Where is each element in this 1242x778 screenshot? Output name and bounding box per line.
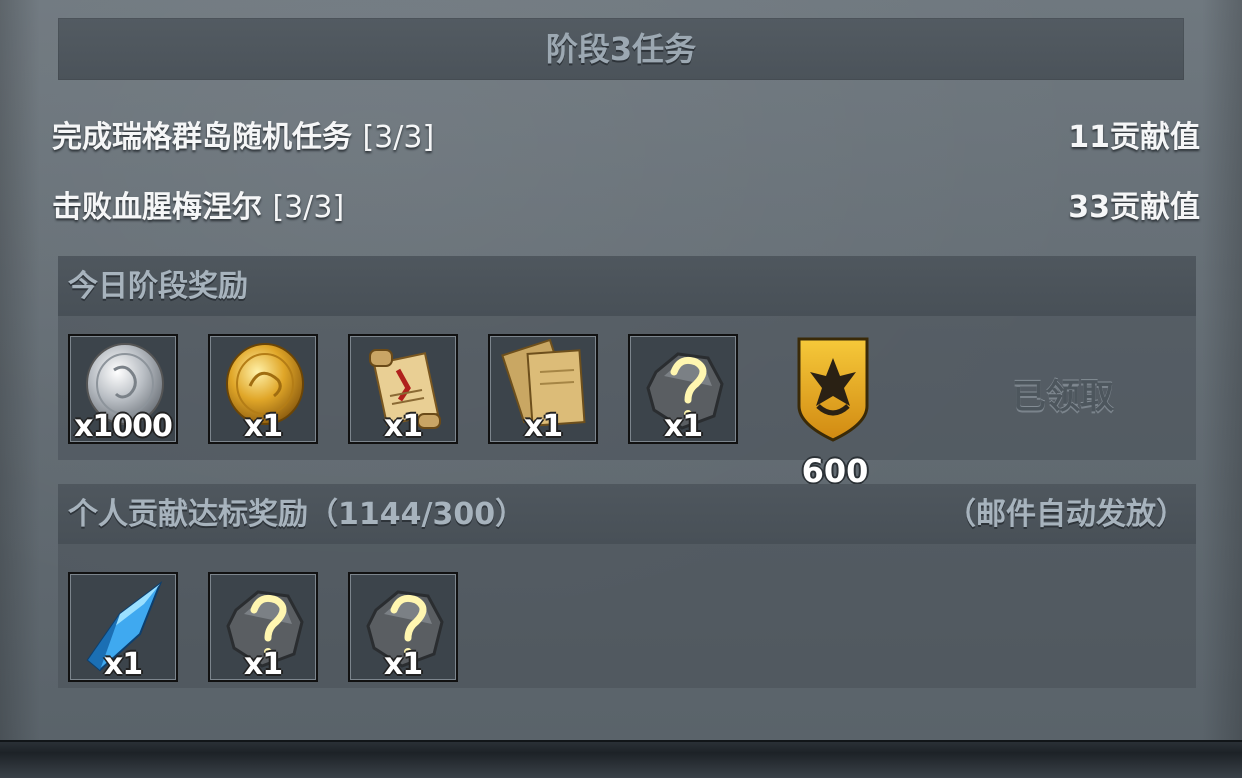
task-progress: [3/3] — [272, 190, 345, 225]
task-reward: 11贡献值 — [1068, 120, 1200, 155]
reward-qty: x1 — [243, 409, 283, 444]
daily-rewards-title: 今日阶段奖励 — [68, 269, 248, 304]
page-title: 阶段3任务 — [545, 30, 697, 68]
reward-qty: x1 — [103, 647, 143, 682]
reward-slot-scroll[interactable]: x1 — [348, 334, 458, 444]
reward-qty: x1 — [243, 647, 283, 682]
reward-qty: x1 — [383, 647, 423, 682]
task-row: 击败血腥梅涅尔 [3/3] 33贡献值 — [52, 182, 1200, 226]
panel-edge-left — [0, 0, 40, 740]
task-panel: 阶段3任务 完成瑞格群岛随机任务 [3/3] 11贡献值 击败血腥梅涅尔 [3/… — [0, 0, 1242, 740]
task-label: 击败血腥梅涅尔 — [52, 190, 262, 225]
task-label: 完成瑞格群岛随机任务 — [52, 120, 352, 155]
personal-rewards-header: 个人贡献达标奖励（1144/300） （邮件自动发放） — [58, 484, 1196, 544]
daily-rewards-header: 今日阶段奖励 — [58, 256, 1196, 316]
reward-slot-blue-crystal[interactable]: x1 — [68, 572, 178, 682]
reward-slot-parchment[interactable]: x1 — [488, 334, 598, 444]
task-row: 完成瑞格群岛随机任务 [3/3] 11贡献值 — [52, 112, 1200, 156]
reward-qty: x1 — [383, 409, 423, 444]
panel-edge-right — [1202, 0, 1242, 740]
bottom-frame — [0, 740, 1242, 778]
guild-shield-icon[interactable] — [796, 336, 870, 442]
reward-qty: x1 — [523, 409, 563, 444]
title-bar: 阶段3任务 — [58, 18, 1184, 80]
reward-slot-gold-coin[interactable]: x1 — [208, 334, 318, 444]
reward-qty: x1 — [663, 409, 703, 444]
task-reward: 33贡献值 — [1068, 190, 1200, 225]
task-progress: [3/3] — [362, 120, 435, 155]
reward-qty: x1000 — [74, 409, 173, 444]
mail-note: （邮件自动发放） — [946, 497, 1186, 532]
task-name: 完成瑞格群岛随机任务 [3/3] — [52, 112, 434, 156]
reward-slot-mystery-stone[interactable]: x1 — [208, 572, 318, 682]
reward-slot-mystery-stone[interactable]: x1 — [348, 572, 458, 682]
task-name: 击败血腥梅涅尔 [3/3] — [52, 182, 344, 226]
reward-slot-mystery-stone[interactable]: x1 — [628, 334, 738, 444]
reward-slot-silver-coin[interactable]: x1000 — [68, 334, 178, 444]
claimed-status: 已领取 — [1012, 377, 1114, 417]
personal-rewards-title: 个人贡献达标奖励（1144/300） — [68, 497, 526, 532]
